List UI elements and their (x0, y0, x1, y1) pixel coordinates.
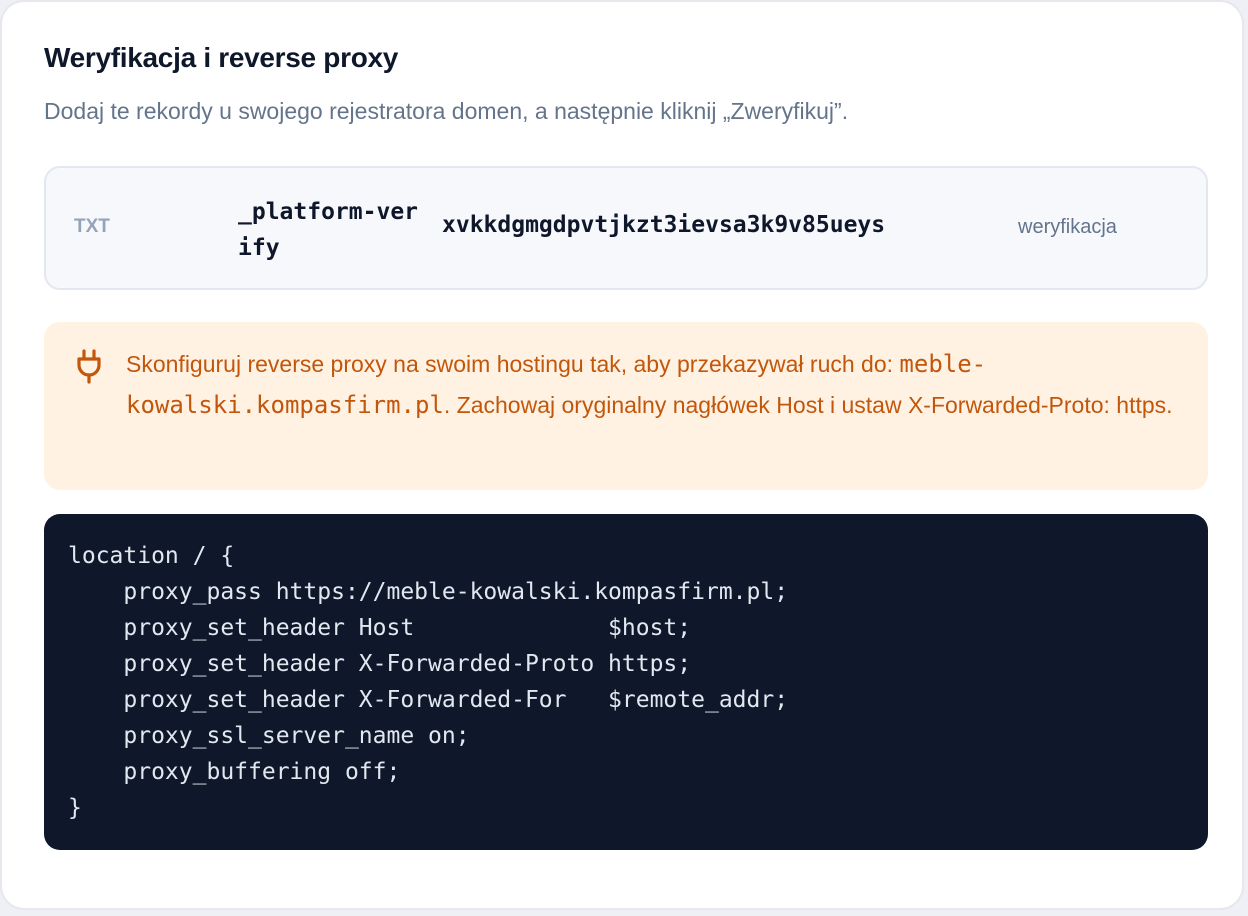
proxy-notice: Skonfiguruj reverse proxy na swoim hosti… (44, 322, 1208, 490)
notice-text-after: . Zachowaj oryginalny nagłówek Host i us… (443, 392, 1173, 418)
record-value[interactable]: xvkkdgmgdpvtjkzt3ievsa3k9v85ueys (442, 212, 885, 238)
section-title: Weryfikacja i reverse proxy (44, 42, 399, 73)
notice-text-before: Skonfiguruj reverse proxy na swoim hosti… (126, 351, 900, 377)
record-name[interactable]: _platform-verify (238, 194, 418, 266)
section-subtitle: Dodaj te rekordy u swojego rejestratora … (44, 98, 849, 124)
plug-icon (76, 348, 102, 384)
proxy-settings-card: Weryfikacja i reverse proxy Dodaj te rek… (0, 0, 1244, 910)
dns-record-row: TXT _platform-verify xvkkdgmgdpvtjkzt3ie… (44, 166, 1208, 290)
record-purpose: weryfikacja (1018, 216, 1117, 238)
notice-text: Skonfiguruj reverse proxy na swoim hosti… (126, 344, 1176, 426)
record-type: TXT (74, 216, 110, 237)
nginx-config-code-block[interactable]: location / { proxy_pass https://meble-ko… (44, 514, 1208, 850)
